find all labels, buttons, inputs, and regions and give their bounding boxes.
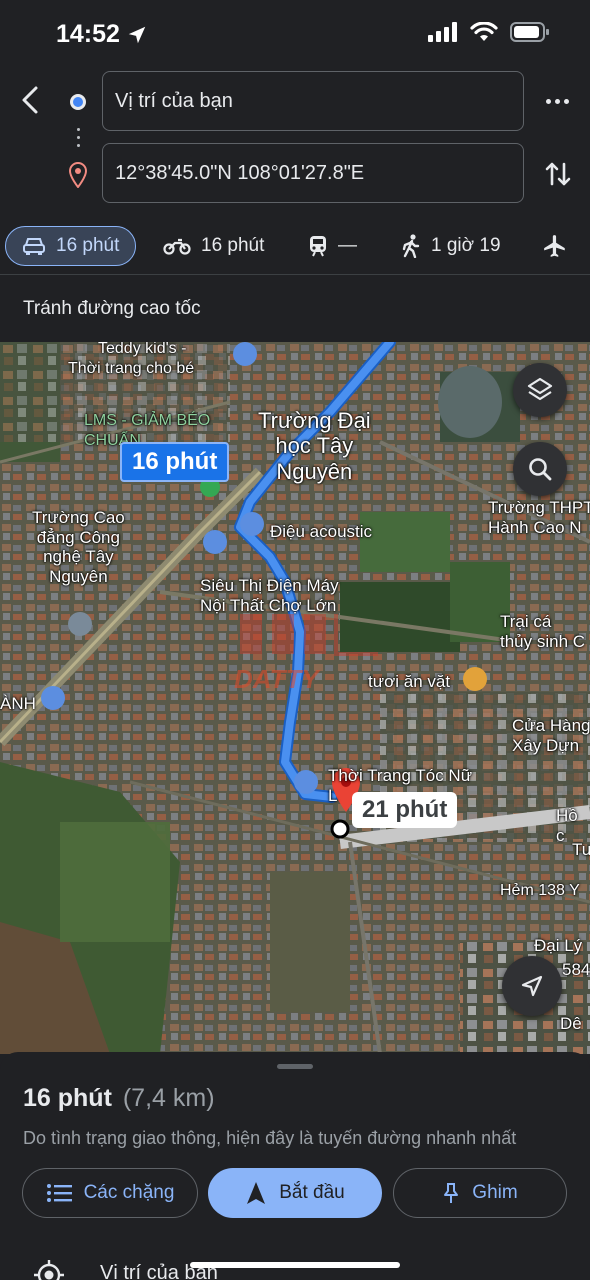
- back-arrow-icon[interactable]: [16, 84, 48, 116]
- navigation-arrow-icon: [521, 975, 543, 997]
- swap-icon[interactable]: [542, 158, 574, 190]
- map-label-hem: Hẻm 138 Y: [500, 882, 580, 899]
- map-label-university: Trường Đại học Tây Nguyên: [258, 408, 371, 484]
- map-label-cua-hang: Cửa Hàng Xây Dựn: [512, 716, 590, 755]
- home-indicator[interactable]: [190, 1262, 400, 1268]
- map-label-thoi-trang-2: L: [328, 786, 338, 805]
- layers-button[interactable]: [513, 363, 567, 417]
- wifi-icon: [470, 22, 498, 41]
- mode-transit-label: —: [338, 235, 357, 256]
- avoid-highways-option[interactable]: Tránh đường cao tốc: [23, 298, 201, 320]
- walk-icon: [402, 234, 420, 258]
- location-arrow-icon: [128, 26, 146, 44]
- map-label-teddy-2: Thời trang cho bé: [68, 360, 195, 377]
- navigation-icon: [247, 1182, 266, 1204]
- my-location-icon: [34, 1260, 64, 1280]
- list-icon: [46, 1184, 72, 1202]
- pin-button-label: Ghim: [472, 1182, 518, 1203]
- route-description: Do tình trạng giao thông, hiện đây là tu…: [23, 1128, 517, 1148]
- map-search-button[interactable]: [513, 442, 567, 496]
- mode-flight[interactable]: [542, 226, 568, 266]
- svg-text:DATTY: DATTY: [234, 664, 321, 694]
- map-label-lms: LMS - GIẢM BÉO: [84, 412, 211, 429]
- airplane-icon: [544, 235, 565, 257]
- map-view[interactable]: Teddy kid's - Thời trang cho bé LMS - GI…: [0, 342, 590, 1054]
- travel-modes: 16 phút 16 phút — 1 giờ 19: [0, 222, 590, 270]
- map-label-dai-ly-2: 584: [562, 960, 590, 979]
- mode-car-label: 16 phút: [56, 235, 120, 256]
- signal-icon: [428, 22, 457, 42]
- layers-icon: [527, 377, 553, 401]
- motorbike-icon: [163, 238, 191, 255]
- pin-icon: [444, 1183, 459, 1203]
- pin-button[interactable]: Ghim: [393, 1168, 567, 1218]
- eta-main-bubble[interactable]: 16 phút: [120, 442, 230, 482]
- map-label-teddy: Teddy kid's -: [98, 342, 187, 357]
- mode-transit[interactable]: —: [308, 226, 357, 266]
- battery-icon: [510, 22, 549, 42]
- map-label-thoi-trang: Thời Trang Tóc Nữ: [328, 766, 473, 785]
- search-icon: [529, 458, 552, 481]
- dot: [554, 98, 560, 104]
- eta-alt-bubble[interactable]: 21 phút: [352, 792, 458, 828]
- status-time: 14:52: [56, 20, 120, 48]
- map-label-dai-ly: Đại Lý: [534, 936, 583, 955]
- map-label-anh: ÀNH: [0, 694, 36, 713]
- dot: [563, 98, 569, 104]
- train-icon: [310, 236, 326, 257]
- map-label-tu: Tu: [572, 840, 590, 859]
- steps-button-label: Các chặng: [83, 1182, 175, 1203]
- car-icon: [23, 238, 45, 255]
- start-button-label: Bắt đầu: [279, 1182, 345, 1203]
- mode-motorbike[interactable]: 16 phút: [163, 226, 264, 266]
- mode-walk[interactable]: 1 giờ 19: [401, 226, 501, 266]
- destination-pin-icon: [68, 162, 88, 188]
- more-options-button[interactable]: [540, 94, 574, 108]
- mode-walk-label: 1 giờ 19: [431, 235, 501, 256]
- mode-motorbike-label: 16 phút: [201, 235, 265, 256]
- destination-input[interactable]: 12°38'45.0"N 108°01'27.8"E: [102, 143, 524, 203]
- steps-button[interactable]: Các chặng: [22, 1168, 198, 1218]
- origin-input[interactable]: Vị trí của bạn: [102, 71, 524, 131]
- route-connector-icon: [77, 128, 80, 152]
- route-bottom-sheet: 16 phút (7,4 km) Do tình trạng giao thôn…: [0, 1052, 590, 1280]
- map-label-trai-ca: Trại cá thủy sinh C: [500, 612, 586, 651]
- recenter-button[interactable]: [502, 956, 562, 1016]
- route-distance: (7,4 km): [122, 1084, 215, 1112]
- map-label-college: Trường Cao đẳng Công nghệ Tây Nguyên: [32, 508, 125, 586]
- status-icons: [428, 22, 550, 42]
- drag-handle[interactable]: [277, 1064, 313, 1069]
- route-summary: 16 phút (7,4 km): [23, 1084, 215, 1113]
- dot: [545, 98, 551, 104]
- origin-dot-icon: [70, 94, 86, 110]
- map-label-thpt: Trường THPT Hành Cao N: [488, 498, 590, 537]
- map-label-dieu-acoustic: Điệu acoustic: [270, 522, 373, 541]
- directions-header: Vị trí của bạn 12°38'45.0"N 108°01'27.8"…: [0, 60, 590, 220]
- route-duration: 16 phút: [23, 1084, 112, 1112]
- start-button[interactable]: Bắt đầu: [208, 1168, 382, 1218]
- map-label-de: Dê: [560, 1014, 582, 1033]
- divider: [0, 274, 590, 275]
- mode-car[interactable]: 16 phút: [5, 226, 137, 266]
- watermark-logo: DATTY: [234, 614, 378, 694]
